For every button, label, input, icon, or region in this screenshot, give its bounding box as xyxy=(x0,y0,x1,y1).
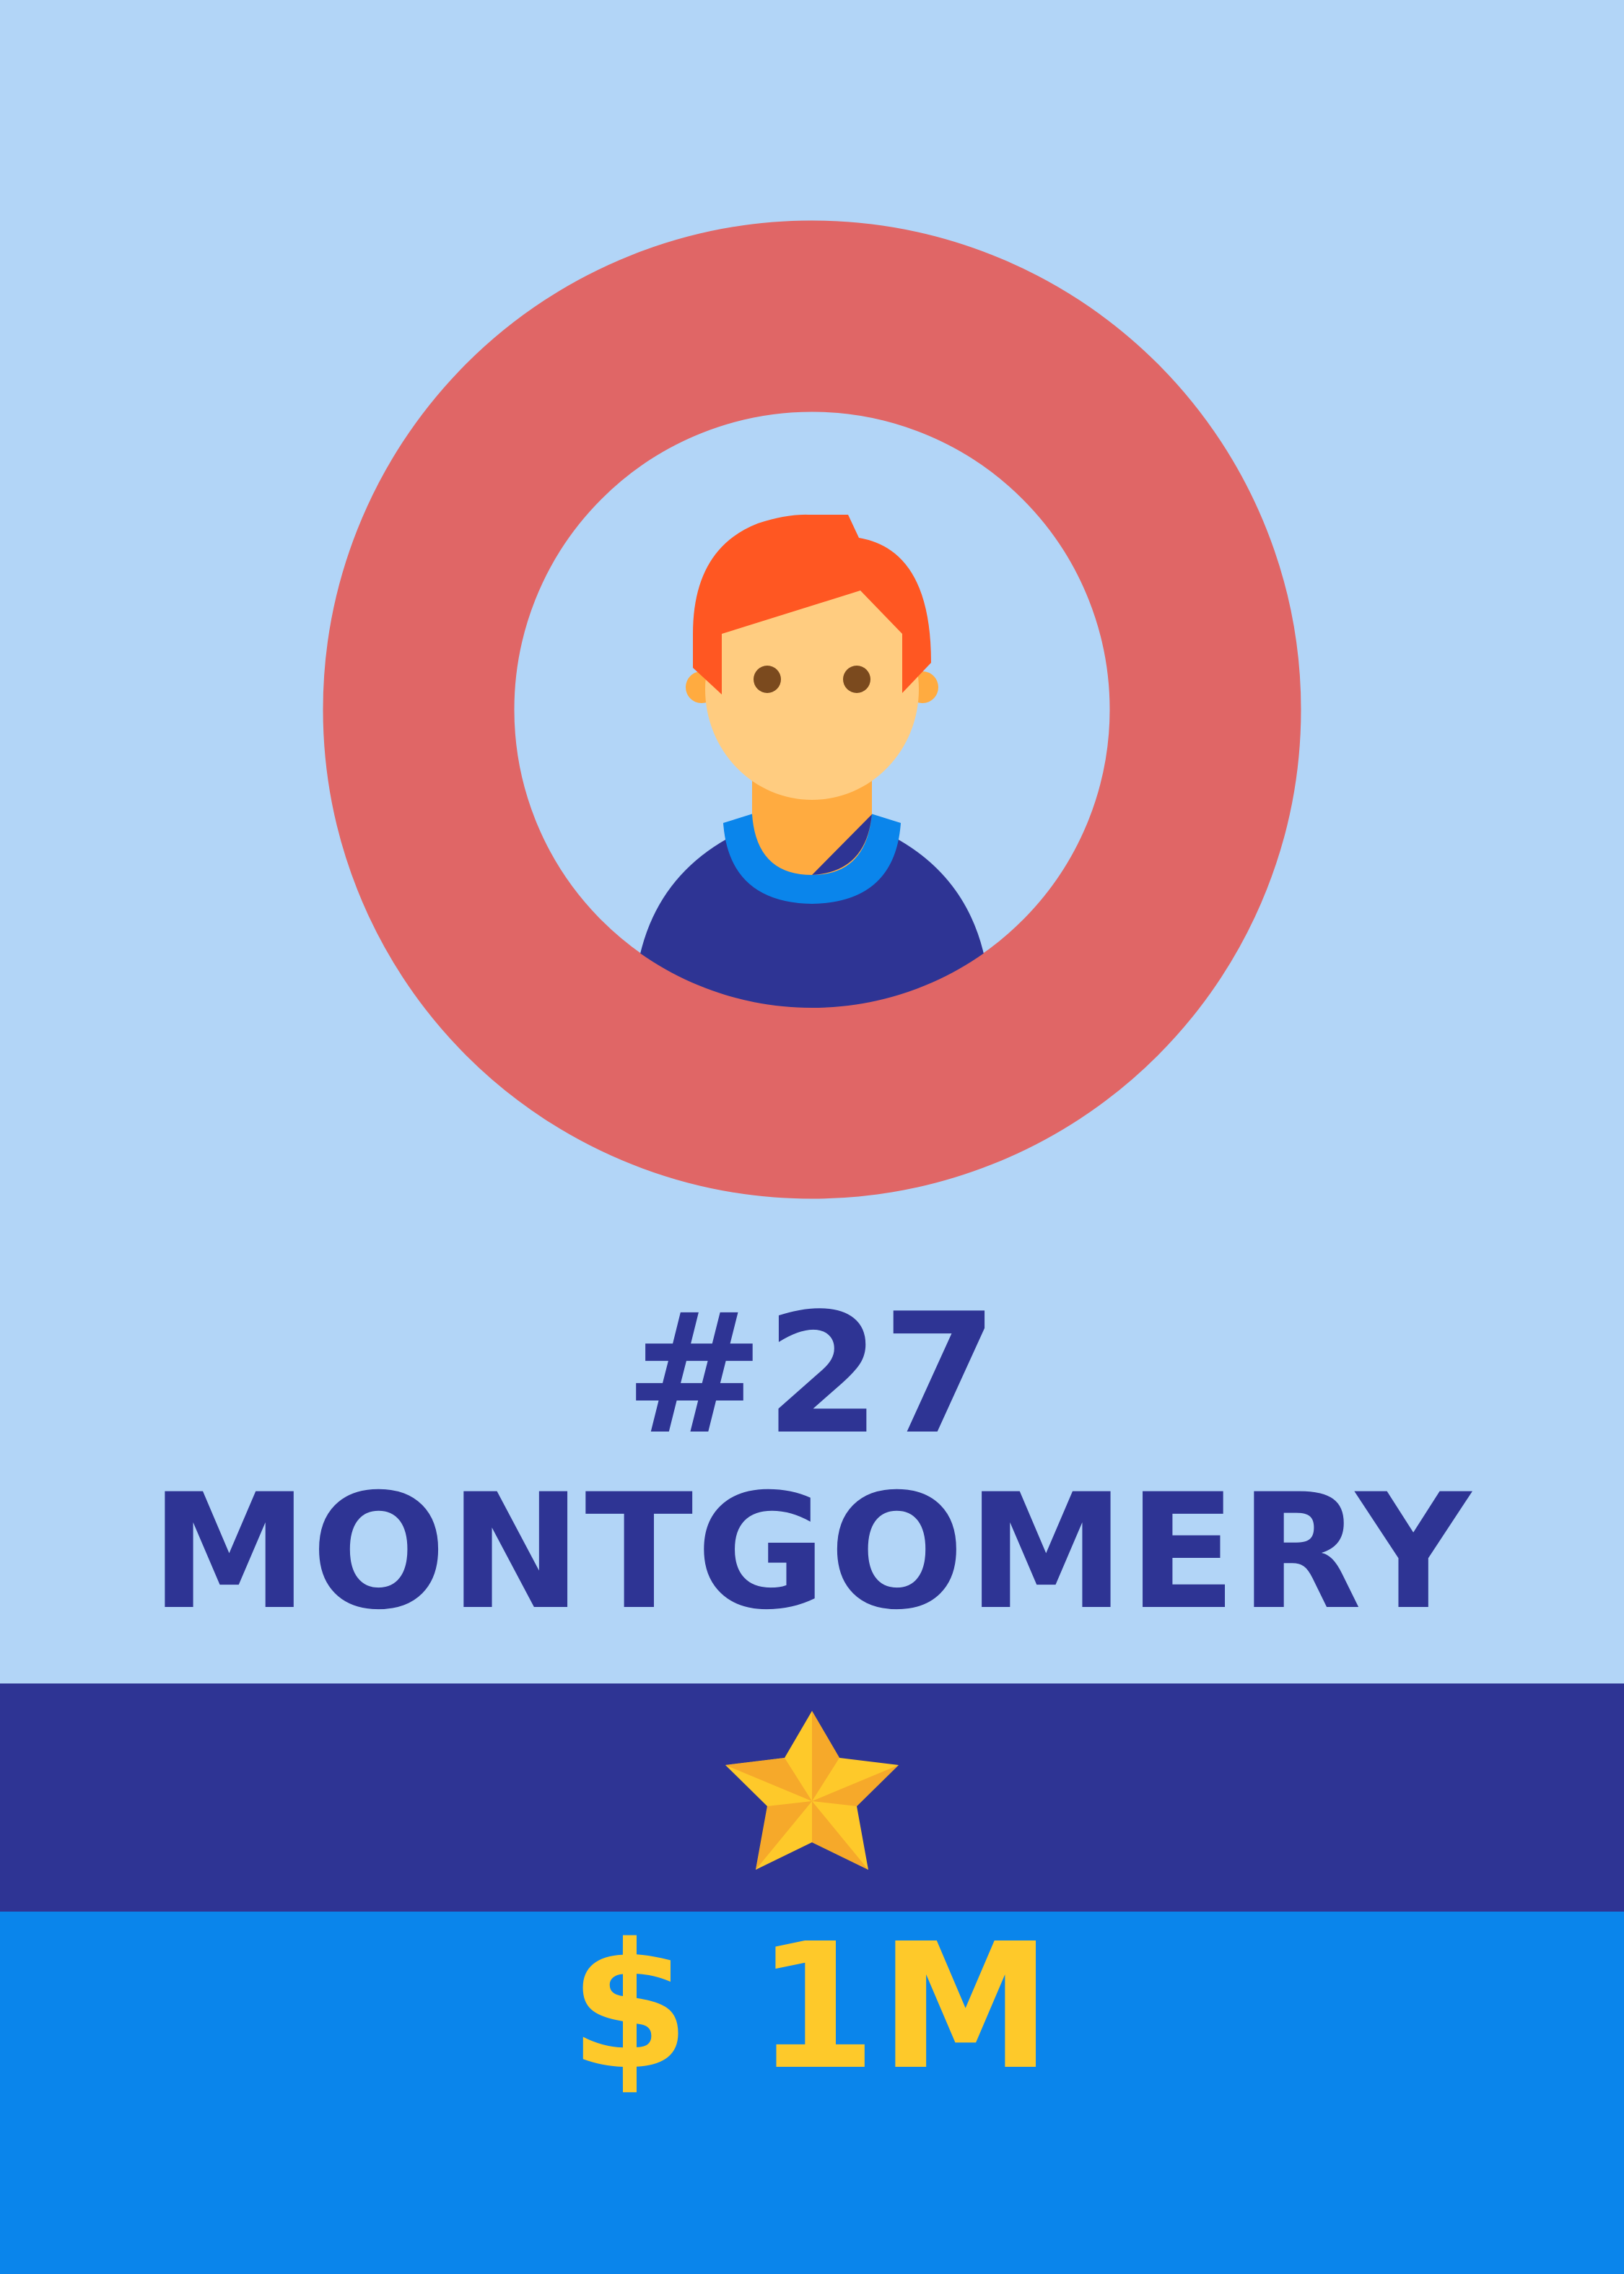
rating-band xyxy=(0,1683,1624,1912)
player-name: MONTGOMERY xyxy=(150,1460,1474,1644)
star-icon xyxy=(725,1711,899,1870)
person-avatar-icon xyxy=(634,514,990,1008)
player-number: #27 xyxy=(624,1278,1000,1471)
player-value: $ 1M xyxy=(569,1906,1055,2108)
card-top-panel: #27 MONTGOMERY xyxy=(0,0,1624,1683)
portrait-frame xyxy=(323,220,1301,1199)
